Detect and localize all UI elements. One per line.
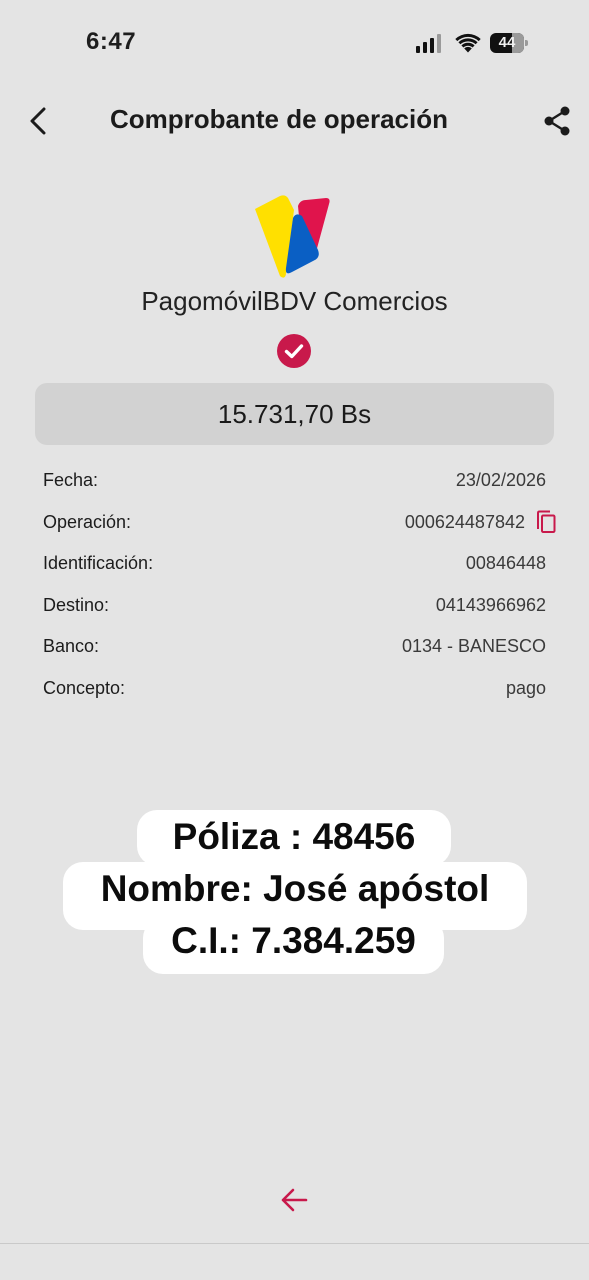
amount-value: 15.731,70 Bs <box>217 398 372 429</box>
operation-value-group: 000624487842 <box>404 509 556 535</box>
detail-label: Concepto: <box>43 677 126 698</box>
share-button[interactable] <box>540 104 574 138</box>
app-header: Comprobante de operación <box>0 90 589 152</box>
battery-level: 44 <box>498 34 516 51</box>
status-icons: 44 <box>416 30 528 56</box>
detail-label: Operación: <box>43 511 132 532</box>
detail-row-identificacion: Identificación: 00846448 <box>43 543 553 585</box>
detail-row-concepto: Concepto: pago <box>43 668 553 710</box>
detail-value: 23/02/2026 <box>455 470 546 491</box>
amount-box: 15.731,70 Bs <box>35 383 554 445</box>
status-time: 6:47 <box>86 28 137 55</box>
detail-label: Fecha: <box>43 470 99 491</box>
overlay-line-ci: C.I.: 7.384.259 <box>143 918 444 974</box>
detail-value: 0134 - BANESCO <box>401 636 546 657</box>
wifi-icon <box>455 33 481 53</box>
status-bar: 6:47 44 <box>0 0 589 86</box>
detail-row-destino: Destino: 04143966962 <box>43 585 553 627</box>
detail-value: 04143966962 <box>435 594 546 615</box>
bottom-back-button[interactable] <box>278 1184 310 1216</box>
detail-value: 000624487842 <box>404 511 525 532</box>
copy-icon[interactable] <box>533 509 559 535</box>
detail-row-fecha: Fecha: 23/02/2026 <box>43 460 553 502</box>
check-circle-icon <box>277 334 311 368</box>
detail-value: pago <box>505 677 546 698</box>
pagomovil-logo <box>255 195 330 278</box>
bottom-divider <box>0 1243 589 1244</box>
details-list: Fecha: 23/02/2026 Operación: 00062448784… <box>43 460 556 710</box>
detail-value: 00846448 <box>465 553 546 574</box>
detail-label: Identificación: <box>43 553 154 574</box>
brand-name: PagomóvilBDV Comercios <box>141 286 448 316</box>
detail-row-banco: Banco: 0134 - BANESCO <box>43 626 553 668</box>
detail-label: Banco: <box>43 636 100 657</box>
overlay-line-poliza: Póliza : 48456 <box>137 810 451 866</box>
share-icon <box>544 106 570 136</box>
detail-row-operacion: Operación: 000624487842 <box>43 502 556 544</box>
battery-icon: 44 <box>490 33 528 53</box>
cellular-signal-icon <box>416 33 444 53</box>
page-title: Comprobante de operación <box>109 104 449 134</box>
detail-label: Destino: <box>43 594 110 615</box>
arrow-left-icon <box>281 1188 308 1212</box>
